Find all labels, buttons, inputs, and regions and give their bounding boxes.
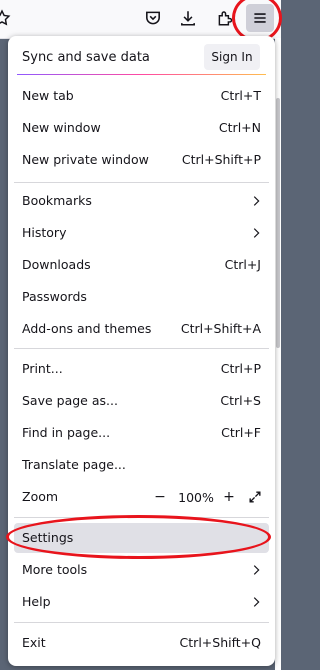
- sync-label: Sync and save data: [22, 50, 150, 65]
- menu-item-label: Passwords: [22, 289, 87, 304]
- menu-item-history[interactable]: History: [14, 218, 269, 248]
- hamburger-menu-icon[interactable]: [246, 4, 274, 32]
- menu-item-label: Print...: [22, 361, 63, 376]
- chevron-right-icon: [253, 228, 260, 238]
- menu-item-passwords[interactable]: Passwords: [14, 282, 269, 312]
- menu-item-shortcut: Ctrl+F: [221, 425, 261, 440]
- menu-item-label: New tab: [22, 88, 74, 103]
- menu-item-shortcut: Ctrl+S: [220, 393, 261, 408]
- menu-item-find-in-page[interactable]: Find in page... Ctrl+F: [14, 418, 269, 448]
- menu-item-print[interactable]: Print... Ctrl+P: [14, 354, 269, 384]
- menu-item-label: Help: [22, 594, 51, 609]
- menu-item-translate-page[interactable]: Translate page...: [14, 450, 269, 480]
- menu-item-new-private-window[interactable]: New private window Ctrl+Shift+P: [14, 145, 269, 175]
- download-icon[interactable]: [174, 4, 202, 32]
- menu-item-label: More tools: [22, 562, 88, 577]
- menu-item-label: Bookmarks: [22, 193, 92, 208]
- menu-item-label: Exit: [22, 635, 46, 650]
- chevron-right-icon: [253, 597, 260, 607]
- menu-item-new-window[interactable]: New window Ctrl+N: [14, 113, 269, 143]
- menu-item-save-page-as[interactable]: Save page as... Ctrl+S: [14, 386, 269, 416]
- menu-item-label: Add-ons and themes: [22, 321, 152, 336]
- menu-item-label: New private window: [22, 152, 149, 167]
- browser-toolbar: [0, 0, 281, 39]
- menu-item-label: Settings: [22, 530, 74, 545]
- menu-item-addons-and-themes[interactable]: Add-ons and themes Ctrl+Shift+A: [14, 314, 269, 344]
- page-scrollbar[interactable]: [276, 98, 280, 348]
- menu-item-label: New window: [22, 120, 101, 135]
- zoom-out-button[interactable]: −: [150, 487, 170, 507]
- chevron-right-icon: [253, 196, 260, 206]
- menu-item-label: Zoom: [22, 489, 59, 504]
- menu-item-shortcut: Ctrl+N: [218, 120, 261, 135]
- menu-item-more-tools[interactable]: More tools: [14, 555, 269, 585]
- sync-divider: [17, 74, 266, 75]
- menu-item-label: Downloads: [22, 257, 91, 272]
- menu-item-label: Save page as...: [22, 393, 118, 408]
- menu-item-help[interactable]: Help: [14, 587, 269, 617]
- menu-item-settings[interactable]: Settings: [14, 523, 269, 553]
- pocket-icon[interactable]: [139, 4, 167, 32]
- menu-item-label: History: [22, 225, 67, 240]
- menu-separator: [14, 622, 269, 623]
- menu-item-zoom: Zoom − 100% +: [14, 482, 269, 512]
- menu-item-shortcut: Ctrl+J: [224, 257, 261, 272]
- star-icon[interactable]: [0, 4, 16, 32]
- menu-item-label: Translate page...: [22, 457, 126, 472]
- menu-separator: [14, 182, 269, 183]
- app-menu-panel: Sync and save data Sign In New tab Ctrl+…: [8, 36, 275, 666]
- fullscreen-icon[interactable]: [245, 485, 265, 509]
- extensions-icon[interactable]: [211, 4, 239, 32]
- menu-item-exit[interactable]: Exit Ctrl+Shift+Q: [14, 628, 269, 658]
- menu-item-new-tab[interactable]: New tab Ctrl+T: [14, 81, 269, 111]
- page-edge: [275, 38, 281, 670]
- menu-item-shortcut: Ctrl+Shift+P: [181, 152, 261, 167]
- menu-item-label: Find in page...: [22, 425, 111, 440]
- menu-item-bookmarks[interactable]: Bookmarks: [14, 186, 269, 216]
- sync-row: Sync and save data Sign In: [8, 44, 275, 72]
- sign-in-button[interactable]: Sign In: [204, 44, 260, 70]
- menu-item-shortcut: Ctrl+Shift+A: [180, 321, 261, 336]
- menu-item-shortcut: Ctrl+Shift+Q: [179, 635, 261, 650]
- zoom-level-button[interactable]: 100%: [178, 490, 214, 505]
- menu-item-shortcut: Ctrl+T: [220, 88, 261, 103]
- menu-item-downloads[interactable]: Downloads Ctrl+J: [14, 250, 269, 280]
- zoom-in-button[interactable]: +: [219, 487, 239, 507]
- menu-separator: [14, 517, 269, 518]
- chevron-right-icon: [253, 565, 260, 575]
- menu-item-shortcut: Ctrl+P: [220, 361, 261, 376]
- menu-separator: [14, 348, 269, 349]
